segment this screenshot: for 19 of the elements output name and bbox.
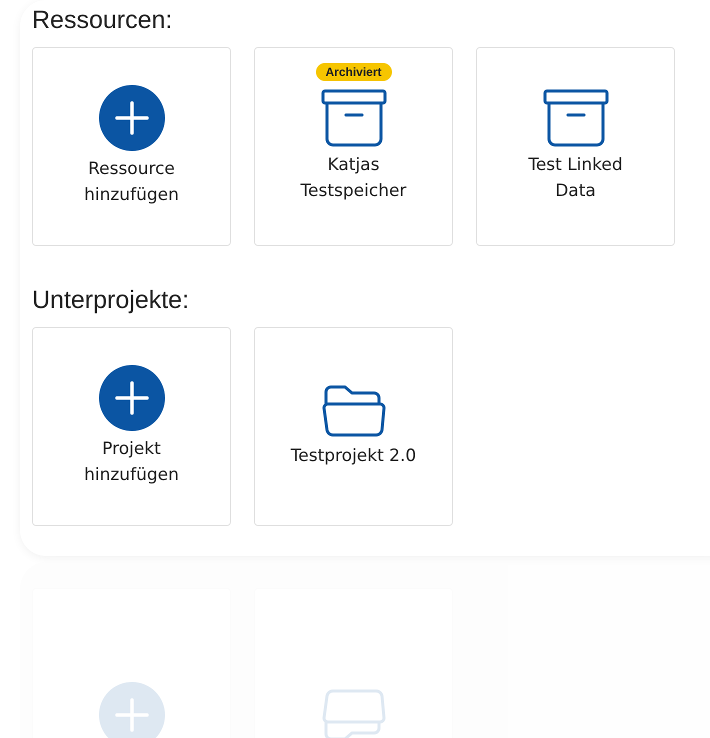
plus-circle-icon bbox=[98, 85, 164, 151]
archive-box-icon bbox=[542, 89, 608, 147]
item-tile[interactable]: Test Linked Data bbox=[476, 47, 675, 246]
archive-box-icon bbox=[320, 89, 386, 147]
item-tile[interactable]: Archiviert Katjas Testspeicher bbox=[254, 47, 453, 246]
folder-icon bbox=[320, 688, 386, 738]
tile-label: Ressource hinzufügen bbox=[84, 158, 179, 206]
tile-label: Test Linked Data bbox=[528, 154, 623, 202]
add-tile[interactable]: Projekt hinzufügen bbox=[32, 327, 231, 526]
plus-circle-icon bbox=[98, 365, 164, 431]
tile-label: Testprojekt 2.0 bbox=[290, 444, 416, 468]
section-heading: Ressourcen: bbox=[32, 6, 174, 35]
section-heading: Unterprojekte: bbox=[32, 286, 190, 315]
folder-icon bbox=[320, 384, 386, 438]
add-tile[interactable]: Ressource hinzufügen bbox=[32, 47, 231, 246]
tile-label: Katjas Testspeicher bbox=[300, 154, 406, 202]
tile-label: Projekt hinzufügen bbox=[84, 438, 179, 486]
archived-badge: Archiviert bbox=[315, 63, 392, 81]
item-tile[interactable]: Testprojekt 2.0 bbox=[254, 327, 453, 526]
